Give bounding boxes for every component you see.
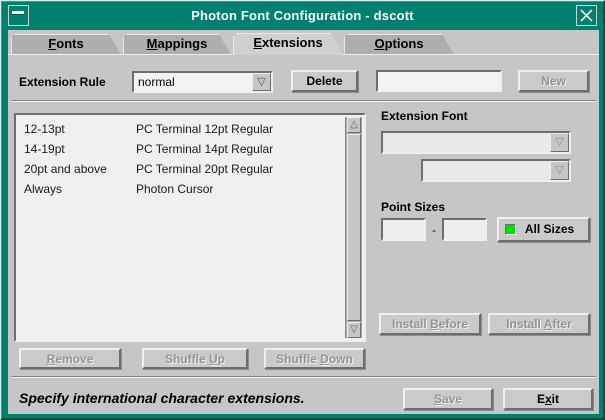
separator-top (11, 100, 596, 102)
delete-button[interactable]: Delete (291, 70, 358, 92)
extension-rule-dropdown-icon[interactable]: ▽ (252, 73, 271, 91)
extension-font-label: Extension Font (381, 109, 468, 123)
install-before-button[interactable]: Install Before (379, 313, 481, 335)
all-sizes-indicator-icon (505, 224, 516, 235)
dropdown-icon[interactable]: ▽ (550, 133, 569, 152)
save-button[interactable]: Save (403, 388, 493, 410)
dialog-content: Fonts Mappings Extensions Options Extens… (8, 30, 599, 414)
list-item[interactable]: 20pt and above PC Terminal 20pt Regular (16, 159, 364, 179)
extension-rules-list[interactable]: 12-13pt PC Terminal 12pt Regular 14-19pt… (14, 113, 366, 342)
list-scrollbar[interactable]: △ ▽ (345, 117, 362, 338)
tab-options[interactable]: Options (344, 34, 454, 55)
extension-font-combobox-2[interactable]: ▽ (421, 159, 571, 182)
shuffle-down-button[interactable]: Shuffle Down (264, 348, 365, 369)
point-size-from-input[interactable] (381, 218, 426, 241)
list-item[interactable]: 14-19pt PC Terminal 14pt Regular (16, 139, 364, 159)
point-size-range-dash: - (432, 223, 436, 237)
extension-font-combobox-1[interactable]: ▽ (381, 131, 571, 154)
tab-fonts[interactable]: Fonts (11, 34, 121, 55)
scroll-up-icon[interactable]: △ (347, 117, 361, 133)
new-rule-name-input[interactable] (376, 70, 502, 92)
tab-extensions[interactable]: Extensions (233, 33, 343, 55)
separator-bottom (11, 376, 596, 378)
list-item[interactable]: Always Photon Cursor (16, 179, 364, 199)
photon-font-configuration-window: Photon Font Configuration - dscott Fonts… (0, 0, 605, 420)
window-title: Photon Font Configuration - dscott (4, 8, 601, 23)
list-item[interactable]: 12-13pt PC Terminal 12pt Regular (16, 119, 364, 139)
scrollbar-thumb[interactable] (347, 134, 361, 321)
scroll-down-icon[interactable]: ▽ (347, 322, 361, 338)
new-button[interactable]: New (518, 70, 589, 92)
status-message: Specify international character extensio… (19, 390, 305, 406)
exit-button[interactable]: Exit (503, 388, 593, 410)
extension-rule-combobox[interactable]: normal ▽ (132, 71, 273, 93)
point-size-to-input[interactable] (442, 218, 487, 241)
point-sizes-label: Point Sizes (381, 200, 445, 214)
titlebar: Photon Font Configuration - dscott (4, 4, 601, 28)
remove-button[interactable]: Remove (19, 348, 121, 369)
dropdown-icon[interactable]: ▽ (550, 161, 569, 180)
extension-rule-label: Extension Rule (19, 75, 106, 89)
extension-rule-value: normal (138, 75, 175, 89)
shuffle-up-button[interactable]: Shuffle Up (142, 348, 248, 369)
close-button[interactable] (576, 5, 597, 26)
close-x-icon (579, 8, 594, 23)
tab-mappings[interactable]: Mappings (123, 34, 231, 55)
all-sizes-toggle[interactable]: All Sizes (497, 217, 590, 242)
install-after-button[interactable]: Install After (488, 313, 590, 335)
